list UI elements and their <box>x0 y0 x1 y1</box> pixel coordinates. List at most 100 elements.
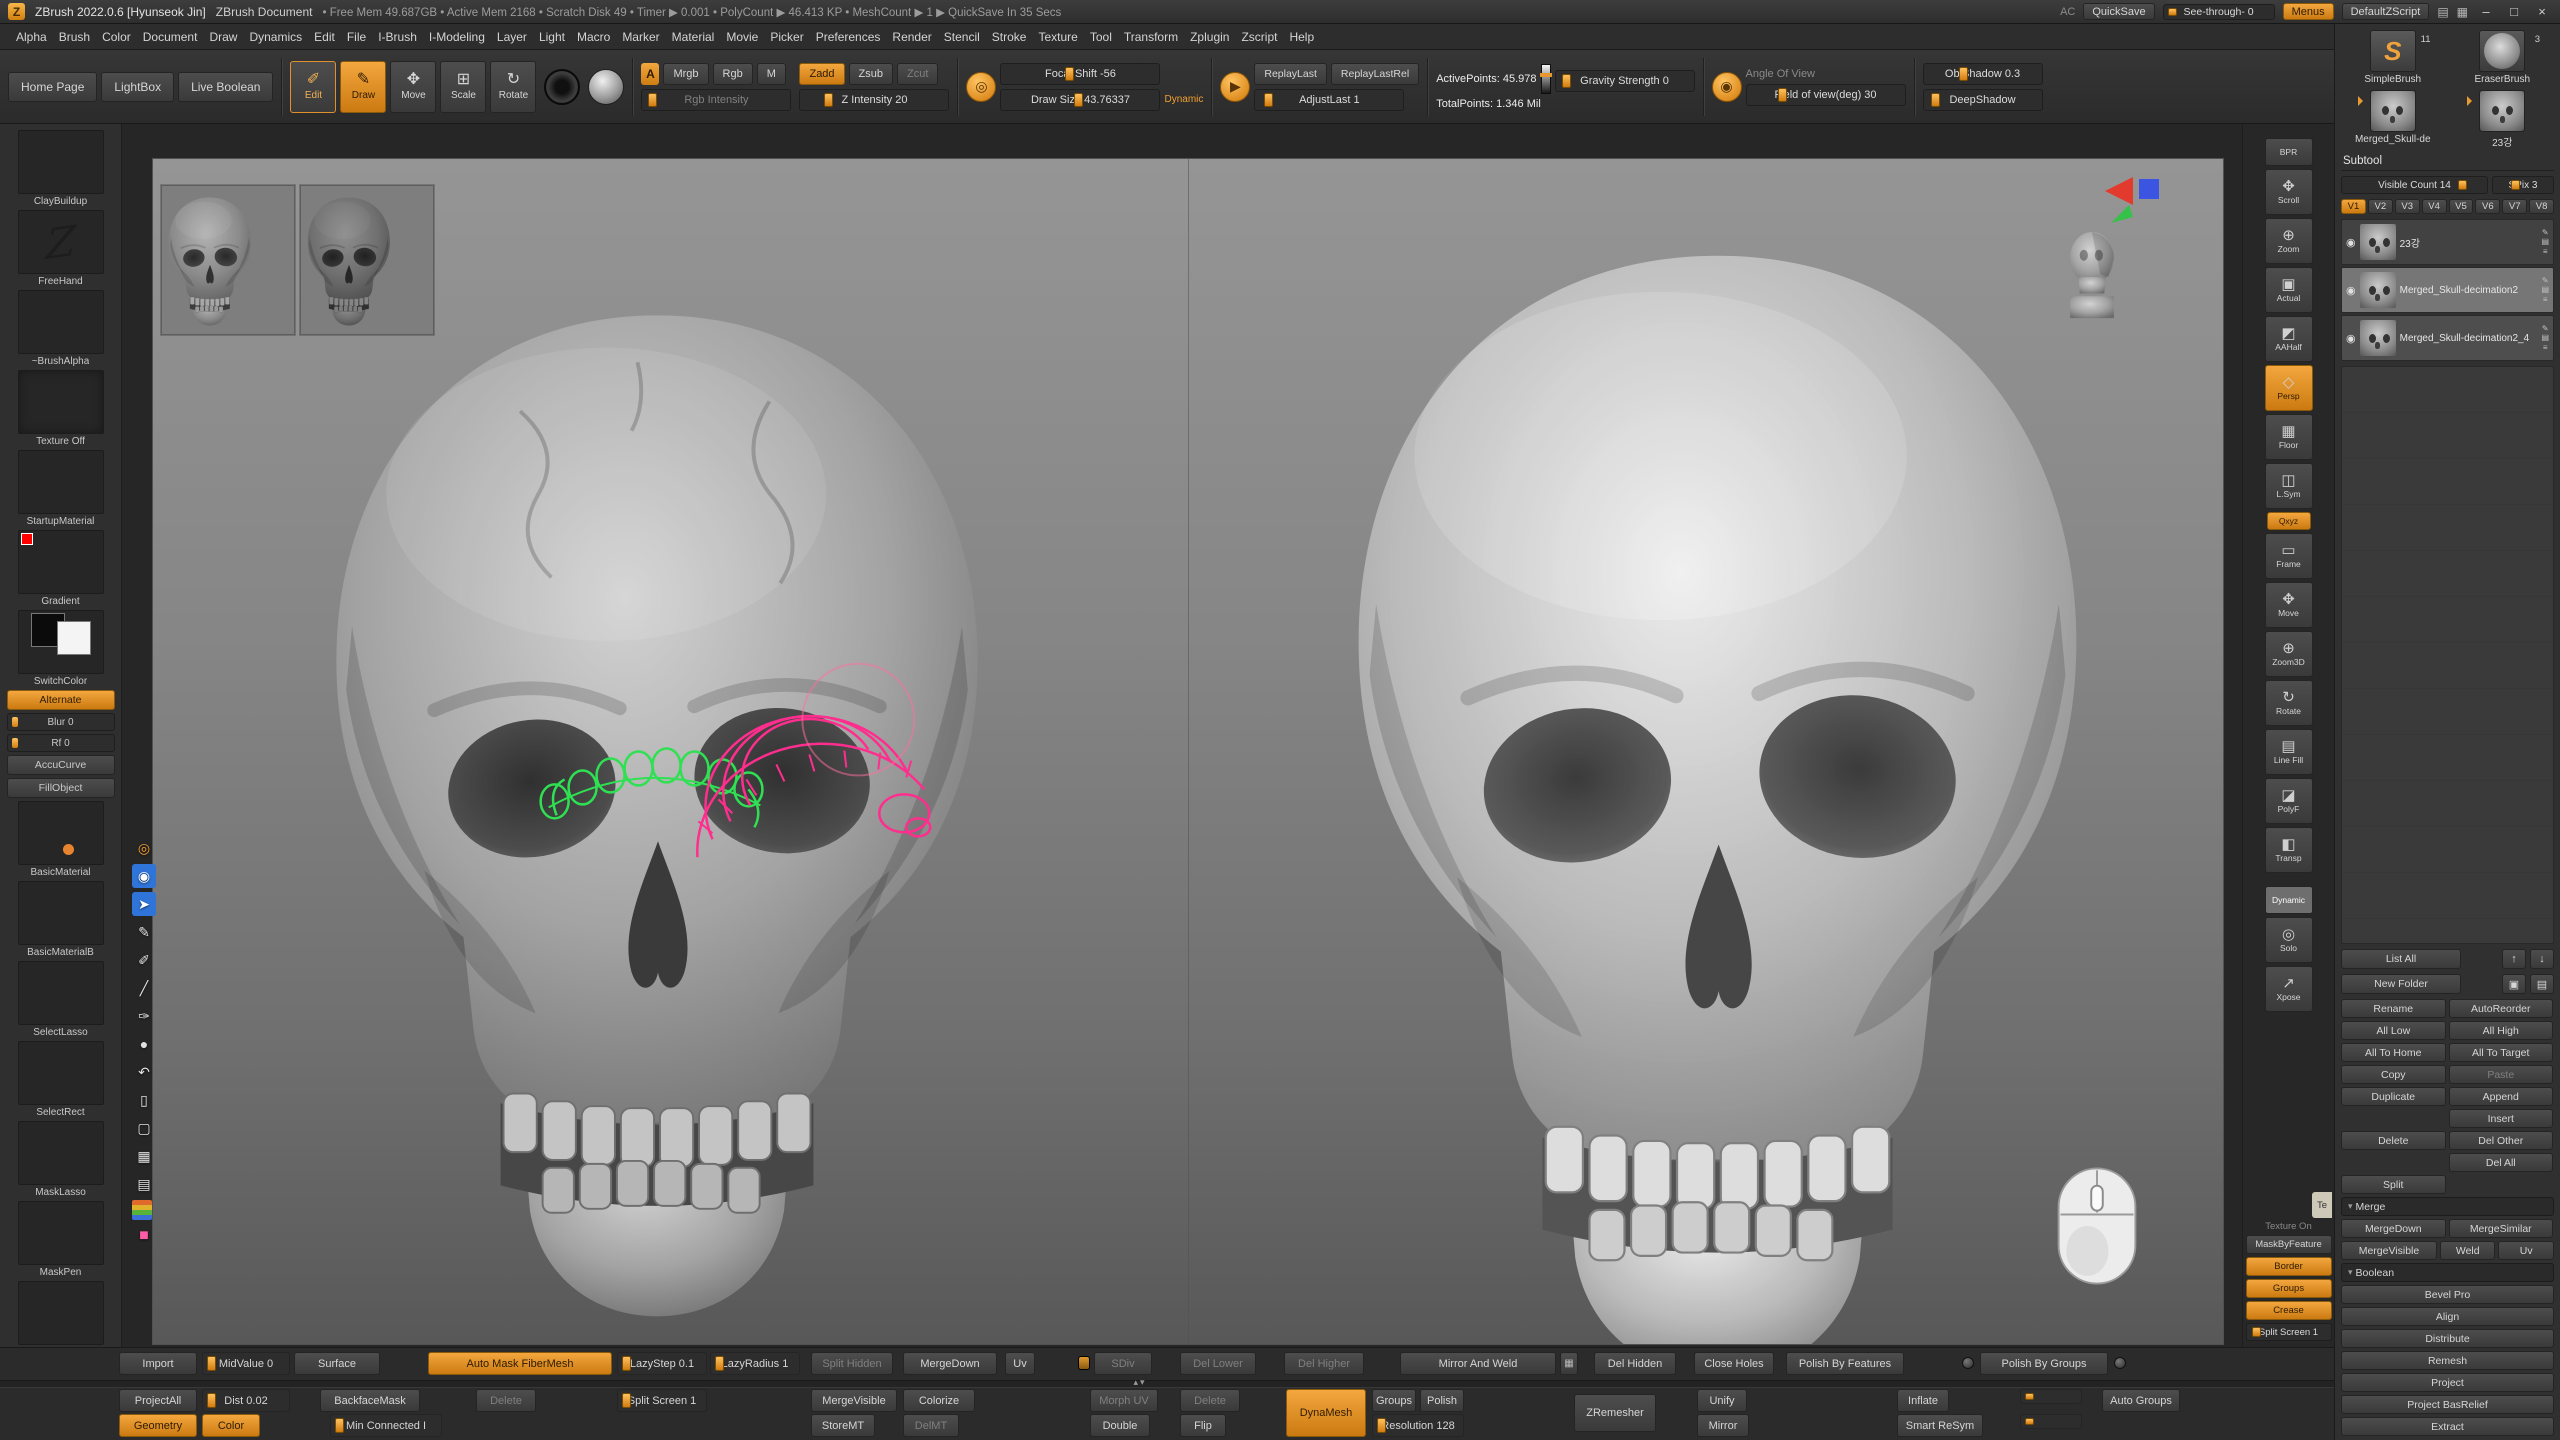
crease-button[interactable]: Crease <box>2246 1301 2332 1320</box>
unify-button[interactable]: Unify <box>1697 1389 1747 1412</box>
subtool-action-button[interactable]: Distribute <box>2341 1329 2554 1348</box>
simplebrush-slot[interactable]: 11 SimpleBrush <box>2341 30 2445 85</box>
project-all-button[interactable]: ProjectAll <box>119 1389 197 1412</box>
material-sphere-preview[interactable] <box>588 69 624 105</box>
subtool-empty-list-area[interactable] <box>2341 366 2554 944</box>
axis-gizmo[interactable] <box>2099 171 2163 227</box>
subtool-action-button[interactable]: All To Home <box>2341 1043 2446 1062</box>
mask-pen-brush[interactable]: MaskPen <box>4 1201 117 1278</box>
pencil-icon[interactable]: ✎ <box>132 920 156 944</box>
points-meter[interactable] <box>1541 64 1551 94</box>
z-intensity-slider[interactable]: Z Intensity 20 <box>799 89 949 111</box>
move-view-button[interactable]: ✥ Move <box>2265 582 2313 628</box>
menu-item[interactable]: Marker <box>616 27 665 47</box>
divider-bar-icon[interactable]: ▤ <box>2437 5 2448 19</box>
subtool-list-icon[interactable]: ≡ <box>2541 295 2549 305</box>
del-lower-button[interactable]: Del Lower <box>1180 1352 1256 1375</box>
subtool-action-button[interactable]: Copy <box>2341 1065 2446 1084</box>
delete2-button[interactable]: Delete <box>1180 1389 1240 1412</box>
subtool-brush-icon[interactable]: ✎ <box>2541 228 2549 238</box>
subtool-folder-icon[interactable]: ▤ <box>2541 285 2549 295</box>
list-all-button[interactable]: List All <box>2341 949 2461 969</box>
close-holes-button[interactable]: Close Holes <box>1694 1352 1774 1375</box>
replay-icon[interactable]: ▶ <box>1220 72 1250 102</box>
perspective-button[interactable]: ◇ Persp <box>2265 365 2313 411</box>
dock-panel-icon[interactable]: ▦ <box>2457 5 2468 19</box>
menu-item[interactable]: Draw <box>203 27 243 47</box>
document-canvas[interactable] <box>152 158 2224 1345</box>
spix-slider[interactable]: SPix 3 <box>2492 176 2554 194</box>
pen-icon[interactable]: ✑ <box>132 1004 156 1028</box>
accucurve-button[interactable]: AccuCurve <box>4 755 117 775</box>
version-tab[interactable]: V2 <box>2368 199 2393 214</box>
line-tool-icon[interactable]: ╱ <box>132 976 156 1000</box>
m-button[interactable]: M <box>757 63 786 85</box>
color-swatch-icon[interactable]: ■ <box>132 1224 156 1248</box>
subtool-action-button[interactable]: MergeSimilar <box>2449 1219 2554 1238</box>
menu-item[interactable]: Stroke <box>986 27 1033 47</box>
subtool-row[interactable]: ◉ Merged_Skull-decimation2_4 ✎ ▤ ≡ <box>2341 315 2554 361</box>
subtool-action-button[interactable]: MergeVisible <box>2341 1241 2437 1260</box>
menu-item[interactable]: Document <box>137 27 204 47</box>
polish-groups-knob[interactable] <box>2114 1357 2126 1369</box>
subtool-action-button[interactable]: Project BasRelief <box>2341 1395 2554 1414</box>
double-button[interactable]: Double <box>1090 1414 1150 1437</box>
xpose-button[interactable]: ↗ Xpose <box>2265 966 2313 1012</box>
folder-icon-button[interactable]: ▤ <box>2530 974 2554 994</box>
fill-object-button[interactable]: FillObject <box>4 778 117 798</box>
current-brush-thumb[interactable]: ClayBuildup <box>4 130 117 207</box>
replay-lastrel-button[interactable]: ReplayLastRel <box>1331 63 1419 85</box>
menu-item[interactable]: File <box>341 27 372 47</box>
move-down-button[interactable]: ↓ <box>2530 949 2554 969</box>
rgb-button[interactable]: Rgb <box>713 63 753 85</box>
subtool-action-button[interactable]: Del Other <box>2449 1131 2554 1150</box>
subtool-action-button[interactable]: Del All <box>2449 1153 2554 1172</box>
midvalue-slider[interactable]: MidValue 0 <box>202 1352 290 1375</box>
subtool-row[interactable]: ◉ Merged_Skull-decimation2 ✎ ▤ ≡ <box>2341 267 2554 313</box>
dynamesh-groups-button[interactable]: Groups <box>1372 1389 1416 1412</box>
store-mt-button[interactable]: StoreMT <box>811 1414 875 1437</box>
version-tab[interactable]: V1 <box>2341 199 2366 214</box>
menu-item[interactable]: Tool <box>1084 27 1118 47</box>
camera-icon[interactable]: ◉ <box>1712 72 1742 102</box>
menu-item[interactable]: Material <box>666 27 721 47</box>
menu-item[interactable]: Help <box>1283 27 1320 47</box>
subtool-list-icon[interactable]: ≡ <box>2541 247 2549 257</box>
frame-button[interactable]: ▭ Frame <box>2265 533 2313 579</box>
merged-skull-slot[interactable]: Merged_Skull-de <box>2341 90 2445 149</box>
basic-material-b-thumb[interactable]: BasicMaterialB <box>4 881 117 958</box>
menu-item[interactable]: Edit <box>308 27 341 47</box>
visibility-eye-icon[interactable]: ◉ <box>2346 236 2356 249</box>
menu-item[interactable]: Movie <box>720 27 764 47</box>
polish-features-knob[interactable] <box>1962 1357 1974 1369</box>
dynamic-draw-size-label[interactable]: Dynamic <box>1164 94 1203 105</box>
highlighter-icon[interactable]: ✐ <box>132 948 156 972</box>
home-page-button[interactable]: Home Page <box>8 72 97 102</box>
current-stroke-thumb[interactable]: FreeHand <box>4 210 117 287</box>
rotate-view-button[interactable]: ↻ Rotate <box>2265 680 2313 726</box>
merge-visible-button[interactable]: MergeVisible <box>811 1389 897 1412</box>
dist-slider[interactable]: Dist 0.02 <box>202 1389 290 1412</box>
subtool-brush-icon[interactable]: ✎ <box>2541 324 2549 334</box>
clipboard-icon[interactable]: ▤ <box>132 1172 156 1196</box>
subtool-action-button[interactable]: All High <box>2449 1021 2554 1040</box>
dynamic-mode-button[interactable]: Dynamic <box>2265 886 2313 914</box>
resolution-slider[interactable]: Resolution 128 <box>1372 1414 1464 1437</box>
palette-icon[interactable] <box>132 1200 152 1220</box>
mrgb-button[interactable]: Mrgb <box>663 63 708 85</box>
cursor-icon[interactable]: ➤ <box>132 892 156 916</box>
menu-item[interactable]: Color <box>96 27 137 47</box>
menu-item[interactable]: Render <box>886 27 937 47</box>
auto-groups-button[interactable]: Auto Groups <box>2102 1389 2180 1412</box>
eye-icon[interactable]: ◉ <box>132 864 156 888</box>
rf-slider[interactable]: Rf 0 <box>4 734 117 752</box>
visibility-eye-icon[interactable]: ◉ <box>2346 284 2356 297</box>
minimize-button[interactable]: – <box>2476 4 2496 19</box>
subtool-action-button[interactable]: Remesh <box>2341 1351 2554 1370</box>
visible-count-slider[interactable]: Visible Count 14 <box>2341 176 2488 194</box>
auto-mask-fibermesh-button[interactable]: Auto Mask FiberMesh <box>428 1352 612 1375</box>
subtool-brush-icon[interactable]: ✎ <box>2541 276 2549 286</box>
dot-size-icon[interactable]: ● <box>132 1032 156 1056</box>
close-button[interactable]: × <box>2532 4 2552 19</box>
angle-of-view-label[interactable]: Angle Of View <box>1746 68 1906 80</box>
